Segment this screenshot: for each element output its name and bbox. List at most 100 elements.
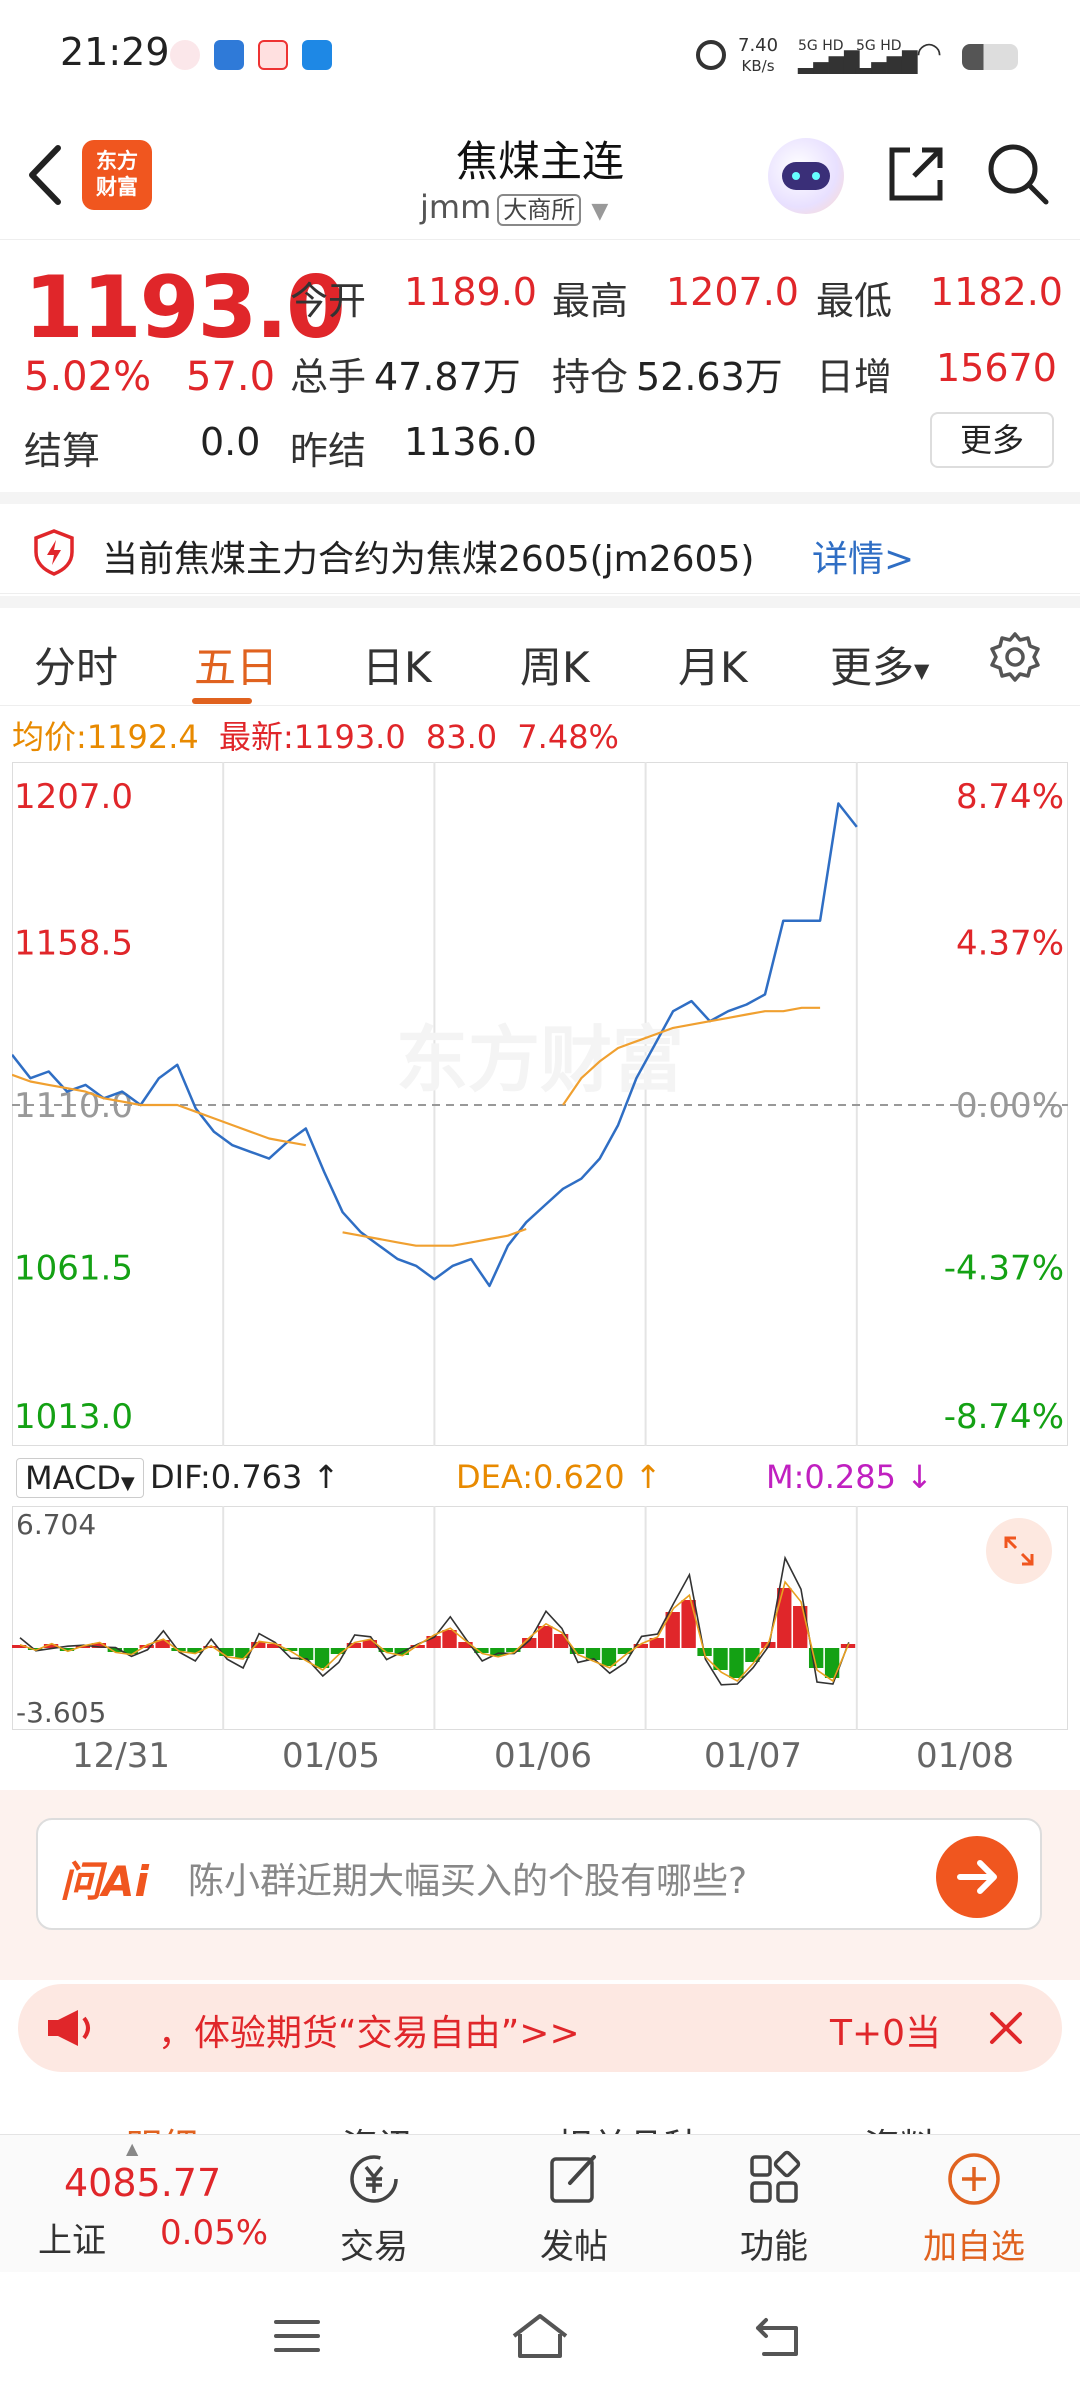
active-tab-indicator [192, 698, 252, 704]
macd-chart[interactable]: 6.704 -3.605 [11, 1505, 1069, 1731]
eastmoney-logo[interactable]: 东方 财富 [82, 140, 152, 210]
page-title: 焦煤主连 [455, 137, 624, 186]
index-name: 上证 [38, 2221, 106, 2261]
tab-intraday[interactable]: 分时 [34, 634, 118, 695]
avg-value: 1192.4 [86, 718, 199, 756]
status-time: 21:29 [60, 30, 170, 74]
ai-go-button[interactable] [936, 1836, 1018, 1918]
indicator-selector[interactable]: MACD▼ [16, 1458, 144, 1498]
nav-post[interactable]: 发帖 [504, 2147, 644, 2268]
expand-chart-button[interactable] [986, 1518, 1052, 1584]
promo-right-text: T+0当 [830, 2013, 942, 2054]
macd-histogram-bar [681, 1600, 696, 1648]
y-tick-right: 0.00% [956, 1086, 1064, 1126]
ai-logo: 问Ai [60, 1857, 149, 1906]
chart-info-line: 均价:1192.4 最新:1193.0 83.0 7.48% [12, 712, 619, 758]
date-axis: 12/31 01/05 01/06 01/07 01/08 [12, 1736, 1068, 1786]
ai-question-box[interactable]: 问Ai 陈小群近期大幅买入的个股有哪些? [36, 1818, 1042, 1930]
caret-down-icon: ▼ [914, 658, 930, 683]
macd-header: MACD▼ DIF:0.763 ↑ DEA:0.620 ↑ M:0.285 ↓ [12, 1452, 1068, 1502]
index-value: 4085.77 [64, 2161, 222, 2205]
contract-selector[interactable]: jmm 大商所 ▼ [420, 188, 608, 226]
signal-2-icon: 5G HD ▂▄▆█ [856, 38, 918, 74]
grid-icon [750, 2150, 801, 2203]
macd-y-bottom: -3.605 [16, 1696, 107, 1729]
sub-tabs: 明细 资讯 相关品种 资料 [0, 2088, 1080, 2138]
settle-label: 结算 [24, 429, 101, 473]
arrow-up-icon: ↑ [302, 1458, 340, 1496]
date-label: 01/05 [282, 1736, 380, 1776]
nav-trade[interactable]: 交易 [304, 2147, 444, 2268]
back-icon[interactable] [22, 140, 72, 210]
quote-panel: 1193.0 5.02% 57.0 结算 0.0 今开 1189.0 最高 12… [0, 242, 1080, 492]
open-label: 今开 [290, 279, 367, 323]
close-icon[interactable] [986, 2008, 1026, 2048]
index-percent: 0.05% [160, 2213, 269, 2253]
tab-five-day[interactable]: 五日 [194, 634, 278, 695]
system-nav-bar [0, 2272, 1080, 2400]
index-ticker[interactable]: ▲ 4085.77 上证 0.05% [0, 2135, 300, 2273]
edit-icon [550, 2155, 596, 2203]
bottom-nav: ▲ 4085.77 上证 0.05% 交易 发帖 功能 加自选 [0, 2134, 1080, 2272]
tab-monthly-k[interactable]: 月K [678, 634, 748, 695]
y-tick-right: 8.74% [956, 777, 1064, 817]
y-tick-left: 1207.0 [14, 777, 133, 817]
more-quote-button[interactable]: 更多 [930, 412, 1054, 468]
prev-settle-label: 昨结 [290, 429, 367, 473]
alarm-icon [696, 40, 726, 70]
open-interest-label: 持仓 [552, 355, 629, 399]
change-amount: 57.0 [186, 354, 276, 400]
home-icon[interactable] [508, 2312, 572, 2360]
nav-add-watchlist[interactable]: 加自选 [904, 2147, 1044, 2268]
ai-section: 问Ai 陈小群近期大幅买入的个股有哪些? [0, 1790, 1080, 1980]
tab-daily-k[interactable]: 日K [362, 634, 432, 695]
megaphone-icon [48, 2010, 90, 2046]
tab-more[interactable]: 更多▼ [830, 634, 929, 695]
promo-banner[interactable]: ，体验期货“交易自由”>> T+0当 [18, 1984, 1062, 2072]
macd-m: M:0.285 ↓ [766, 1458, 933, 1496]
menu-icon[interactable] [272, 2316, 322, 2356]
macd-y-top: 6.704 [16, 1508, 97, 1541]
network-speed: 7.40 KB/s [738, 35, 779, 76]
tab-weekly-k[interactable]: 周K [520, 634, 590, 695]
y-tick-left: 1110.0 [14, 1086, 133, 1126]
low-label: 最低 [816, 279, 893, 323]
signal-1-icon: 5G HD ▂▄▆█ [798, 38, 860, 74]
search-icon[interactable] [984, 140, 1050, 206]
price-chart-svg: 东方财富 1207.0 1158.5 1110.0 1061.5 1013.0 8.74% 4… [12, 762, 1068, 1446]
caret-up-icon: ▲ [126, 2139, 139, 2158]
gear-icon[interactable] [988, 630, 1042, 684]
macd-histogram-bar [729, 1648, 744, 1678]
app-notification-icon [214, 40, 244, 70]
ai-assistant-avatar[interactable] [768, 138, 844, 214]
nav-features[interactable]: 功能 [704, 2147, 844, 2268]
y-tick-right: -4.37% [944, 1249, 1064, 1289]
macd-chart-svg [11, 1505, 1069, 1731]
main-contract-notice[interactable]: 当前焦煤主力合约为焦煤2605(jm2605) 详情> [0, 492, 1080, 594]
back-nav-icon[interactable] [752, 2312, 804, 2360]
ai-question-text: 陈小群近期大幅买入的个股有哪些? [188, 1861, 748, 1902]
high-value: 1207.0 [666, 270, 799, 314]
date-label: 12/31 [72, 1736, 170, 1776]
latest-percent: 7.48% [517, 718, 619, 756]
caret-down-icon: ▼ [120, 1473, 135, 1494]
five-day-chart[interactable]: 东方财富 1207.0 1158.5 1110.0 1061.5 1013.0 8.74% 4… [12, 762, 1068, 1446]
y-tick-left: 1013.0 [14, 1397, 133, 1437]
volume-value: 47.87万 [374, 355, 521, 399]
watermark-logo: 东方财富 [396, 1018, 684, 1102]
notice-detail-link[interactable]: 详情> [812, 530, 914, 582]
plus-circle-icon [948, 2153, 1000, 2205]
low-value: 1182.0 [930, 270, 1063, 314]
macd-dif: DIF:0.763 ↑ [150, 1458, 340, 1496]
y-tick-right: 4.37% [956, 924, 1064, 964]
date-label: 01/06 [494, 1736, 592, 1776]
share-icon[interactable] [884, 142, 948, 206]
open-value: 1189.0 [404, 270, 537, 314]
macd-histogram-bar [235, 1648, 250, 1658]
y-tick-right: -8.74% [944, 1397, 1064, 1437]
exchange-badge: 大商所 [497, 194, 582, 226]
high-label: 最高 [552, 279, 629, 323]
notice-text: 当前焦煤主力合约为焦煤2605(jm2605) [102, 539, 755, 580]
status-bar: 21:29 7.40 KB/s 5G HD ▂▄▆█ 5G HD ▂▄▆█ ◠ [0, 0, 1080, 110]
change-percent: 5.02% [24, 354, 152, 400]
